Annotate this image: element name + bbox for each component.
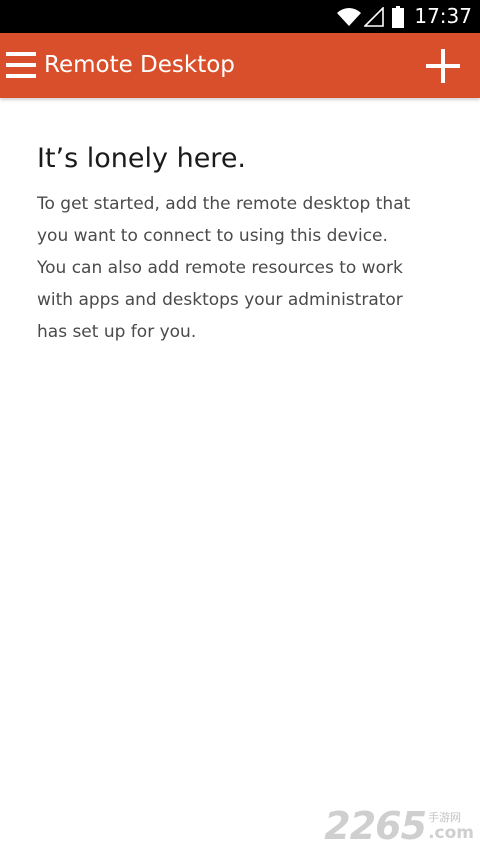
message-line: To get started, add the remote desktop t… [37,194,411,214]
watermark-com: .com [428,823,474,843]
wifi-icon [337,7,362,26]
signal-icon [364,6,385,27]
menu-icon[interactable] [6,51,36,79]
watermark-side: 手游网 .com [428,811,474,842]
status-time: 17:37 [414,4,472,28]
message-line: with apps and desktops your administrato… [37,290,403,310]
app-bar: Remote Desktop [0,33,480,98]
message-line: you want to connect to using this device… [37,226,388,246]
app-title: Remote Desktop [44,52,235,78]
empty-state-title: It’s lonely here. [37,143,247,174]
message-line: has set up for you. [37,322,197,342]
add-icon[interactable] [426,49,460,83]
message-line: You can also add remote resources to wor… [37,258,403,278]
watermark-logo: 2265 手游网 .com [324,807,474,845]
status-icons: 17:37 [336,0,472,33]
empty-state: It’s lonely here. To get started, add th… [37,140,457,348]
battery-icon [392,5,405,28]
status-bar: 17:37 [0,0,480,33]
watermark-digits: 2265 [324,804,427,848]
empty-state-message: To get started, add the remote desktop t… [37,188,457,348]
